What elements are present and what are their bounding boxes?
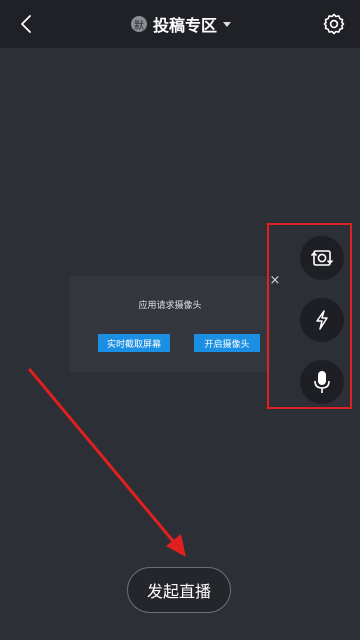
top-bar: 默 投稿专区 — [0, 0, 360, 48]
flash-icon — [316, 310, 328, 330]
caret-down-icon — [223, 21, 232, 27]
page-title: 投稿专区 — [153, 16, 218, 35]
chevron-left-icon — [21, 15, 31, 33]
default-badge: 默 — [131, 16, 147, 32]
camera-request-message: 应用请求摄像头 — [138, 301, 202, 311]
screen-capture-button[interactable]: 实时截取屏幕 — [98, 334, 170, 352]
camera-request-panel: 应用请求摄像头 实时截取屏幕 开启摄像头 — [70, 276, 270, 372]
microphone-button[interactable] — [300, 360, 344, 404]
category-selector[interactable]: 默 投稿专区 — [131, 12, 232, 36]
gear-icon — [323, 13, 345, 35]
open-camera-button[interactable]: 开启摄像头 — [194, 334, 260, 352]
camera-flip-button[interactable] — [300, 236, 344, 280]
back-button[interactable] — [12, 10, 40, 38]
start-live-button[interactable]: 发起直播 — [127, 567, 231, 613]
flash-button[interactable] — [300, 298, 344, 342]
settings-button[interactable] — [322, 12, 346, 36]
microphone-icon — [314, 371, 330, 393]
camera-flip-icon — [311, 250, 333, 266]
